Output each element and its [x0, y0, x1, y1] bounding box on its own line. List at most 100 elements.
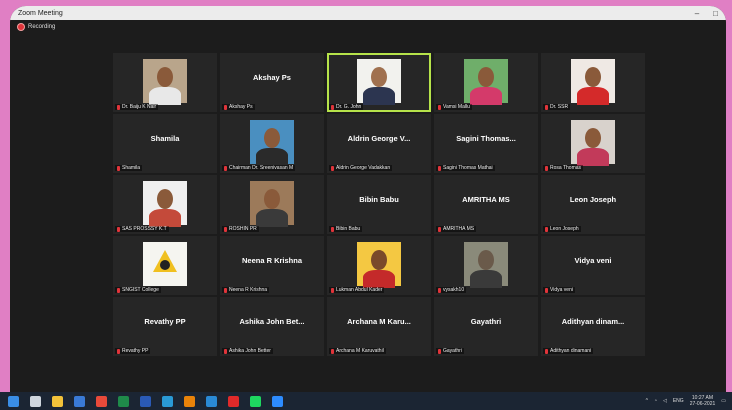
- participant-tile[interactable]: Gayathri Gayathri: [434, 297, 538, 356]
- participant-video: [143, 59, 187, 105]
- participant-name-label: Dr. Baiju K Nair: [115, 104, 159, 110]
- participant-name: Vidya veni: [550, 287, 573, 293]
- participant-name: Archana M Karuvathil: [336, 348, 384, 354]
- participant-name: Revathy PP: [122, 348, 149, 354]
- participant-tile[interactable]: Dr. G. John: [327, 53, 431, 112]
- recording-dot-icon: [18, 24, 24, 30]
- participant-tile[interactable]: Adithyan dinam... Adithyan dinamani: [541, 297, 645, 356]
- notification-icon[interactable]: ▭: [721, 398, 726, 404]
- participant-tile[interactable]: Aldrin George V... Aldrin George Vadakkan: [327, 114, 431, 173]
- participant-tile[interactable]: SNGIST College: [113, 236, 217, 295]
- participant-name-label: Rosa Thomas: [543, 165, 584, 171]
- participant-tile[interactable]: Shamila Shamila: [113, 114, 217, 173]
- participant-tile[interactable]: Akshay Ps Akshay Ps: [220, 53, 324, 112]
- participant-name: AMRITHA MS: [443, 226, 475, 232]
- participant-tile[interactable]: Lukman Abdul Kader: [327, 236, 431, 295]
- participant-tile[interactable]: Archana M Karu... Archana M Karuvathil: [327, 297, 431, 356]
- participant-display-name: AMRITHA MS: [462, 195, 510, 204]
- participant-tile[interactable]: Rosa Thomas: [541, 114, 645, 173]
- muted-mic-icon: [438, 104, 441, 110]
- recording-label: Recording: [28, 24, 56, 30]
- muted-mic-icon: [438, 348, 441, 354]
- participant-name: Ashika John Better: [229, 348, 271, 354]
- muted-mic-icon: [331, 104, 334, 110]
- participant-display-name: Neena R Krishna: [241, 256, 303, 265]
- muted-mic-icon: [224, 287, 227, 293]
- muted-mic-icon: [545, 287, 548, 293]
- participant-name-label: Ashika John Better: [222, 348, 273, 354]
- participant-name-label: Aldrin George Vadakkan: [329, 165, 393, 171]
- edge-icon[interactable]: [162, 395, 173, 407]
- window-controls: – □: [695, 9, 718, 18]
- participant-name-label: Neena R Krishna: [222, 287, 270, 293]
- participant-grid: Dr. Baiju K Nair Akshay Ps Akshay Ps Dr. G.…: [113, 53, 645, 356]
- participant-name-label: vysakh10: [436, 287, 467, 293]
- participant-name-label: Dr. SSR: [543, 104, 571, 110]
- file-explorer-icon[interactable]: [52, 395, 63, 407]
- participant-display-name: Aldrin George V...: [347, 134, 411, 143]
- windows-start-icon[interactable]: [8, 395, 19, 407]
- muted-mic-icon: [117, 226, 120, 232]
- volume-icon[interactable]: ◁: [663, 398, 667, 404]
- participant-tile[interactable]: Neena R Krishna Neena R Krishna: [220, 236, 324, 295]
- participant-display-name: Bibin Babu: [359, 195, 399, 204]
- participant-tile[interactable]: Revathy PP Revathy PP: [113, 297, 217, 356]
- participant-tile[interactable]: Dr. Baiju K Nair: [113, 53, 217, 112]
- maximize-button[interactable]: □: [713, 9, 718, 18]
- participant-name: Bibin Babu: [336, 226, 361, 232]
- participant-name: Gayathri: [443, 348, 462, 354]
- participant-tile[interactable]: Bibin Babu Bibin Babu: [327, 175, 431, 234]
- participant-name-label: Bibin Babu: [329, 226, 363, 232]
- taskbar-icons: [8, 395, 283, 407]
- chevron-up-icon[interactable]: ^: [646, 398, 648, 404]
- word-icon[interactable]: [140, 395, 151, 407]
- participant-video: [464, 242, 508, 288]
- participant-display-name: Gayathri: [470, 317, 502, 326]
- clock[interactable]: 10:27 AM 27-06-2021: [690, 395, 716, 407]
- task-view-icon[interactable]: [30, 395, 41, 407]
- participant-video: [571, 59, 615, 105]
- minimize-button[interactable]: –: [695, 9, 699, 18]
- participant-name-label: Dr. G. John: [329, 104, 364, 110]
- mail-icon[interactable]: [74, 395, 85, 407]
- participant-display-name: Leon Joseph: [569, 195, 617, 204]
- muted-mic-icon: [117, 287, 120, 293]
- participant-tile[interactable]: Dr. SSR: [541, 53, 645, 112]
- participant-tile[interactable]: Vidya veni Vidya veni: [541, 236, 645, 295]
- muted-mic-icon: [545, 348, 548, 354]
- participant-tile[interactable]: AMRITHA MS AMRITHA MS: [434, 175, 538, 234]
- illustrator-icon[interactable]: [184, 395, 195, 407]
- chrome-icon[interactable]: [96, 395, 107, 407]
- participant-tile[interactable]: Ashika John Bet... Ashika John Better: [220, 297, 324, 356]
- zoom-icon[interactable]: [272, 395, 283, 407]
- spotify-icon[interactable]: [250, 395, 261, 407]
- participant-name: SNGIST College: [122, 287, 159, 293]
- participant-tile[interactable]: SAS PROSSSY K.T: [113, 175, 217, 234]
- participant-tile[interactable]: Chairman Dr. Sreenivasan M: [220, 114, 324, 173]
- participant-tile[interactable]: ROSHIN PR: [220, 175, 324, 234]
- language-indicator[interactable]: ENG: [673, 398, 684, 404]
- participant-name-label: Adithyan dinamani: [543, 348, 594, 354]
- participant-name-label: Vamsi Mallu: [436, 104, 472, 110]
- participant-video: [143, 181, 187, 227]
- participant-name: Shamila: [122, 165, 141, 171]
- muted-mic-icon: [117, 348, 120, 354]
- participant-display-name: Akshay Ps: [253, 73, 291, 82]
- photoshop-icon[interactable]: [206, 395, 217, 407]
- muted-mic-icon: [545, 226, 548, 232]
- participant-tile[interactable]: Leon Joseph Leon Joseph: [541, 175, 645, 234]
- participant-tile[interactable]: vysakh10: [434, 236, 538, 295]
- participant-name: SAS PROSSSY K.T: [122, 226, 167, 232]
- network-icon[interactable]: ◔: [654, 398, 657, 404]
- excel-icon[interactable]: [118, 395, 129, 407]
- participant-video: [357, 242, 401, 288]
- opera-icon[interactable]: [228, 395, 239, 407]
- zoom-window: Zoom Meeting – □ Recording Dr. Baiju K N…: [10, 6, 726, 392]
- participant-video: [464, 59, 508, 105]
- participant-display-name: Sagini Thomas...: [456, 134, 516, 143]
- participant-name-label: Lukman Abdul Kader: [329, 287, 385, 293]
- participant-tile[interactable]: Vamsi Mallu: [434, 53, 538, 112]
- college-logo-icon: [143, 242, 187, 286]
- participant-tile[interactable]: Sagini Thomas... Sagini Thomas Mathai: [434, 114, 538, 173]
- muted-mic-icon: [331, 165, 334, 171]
